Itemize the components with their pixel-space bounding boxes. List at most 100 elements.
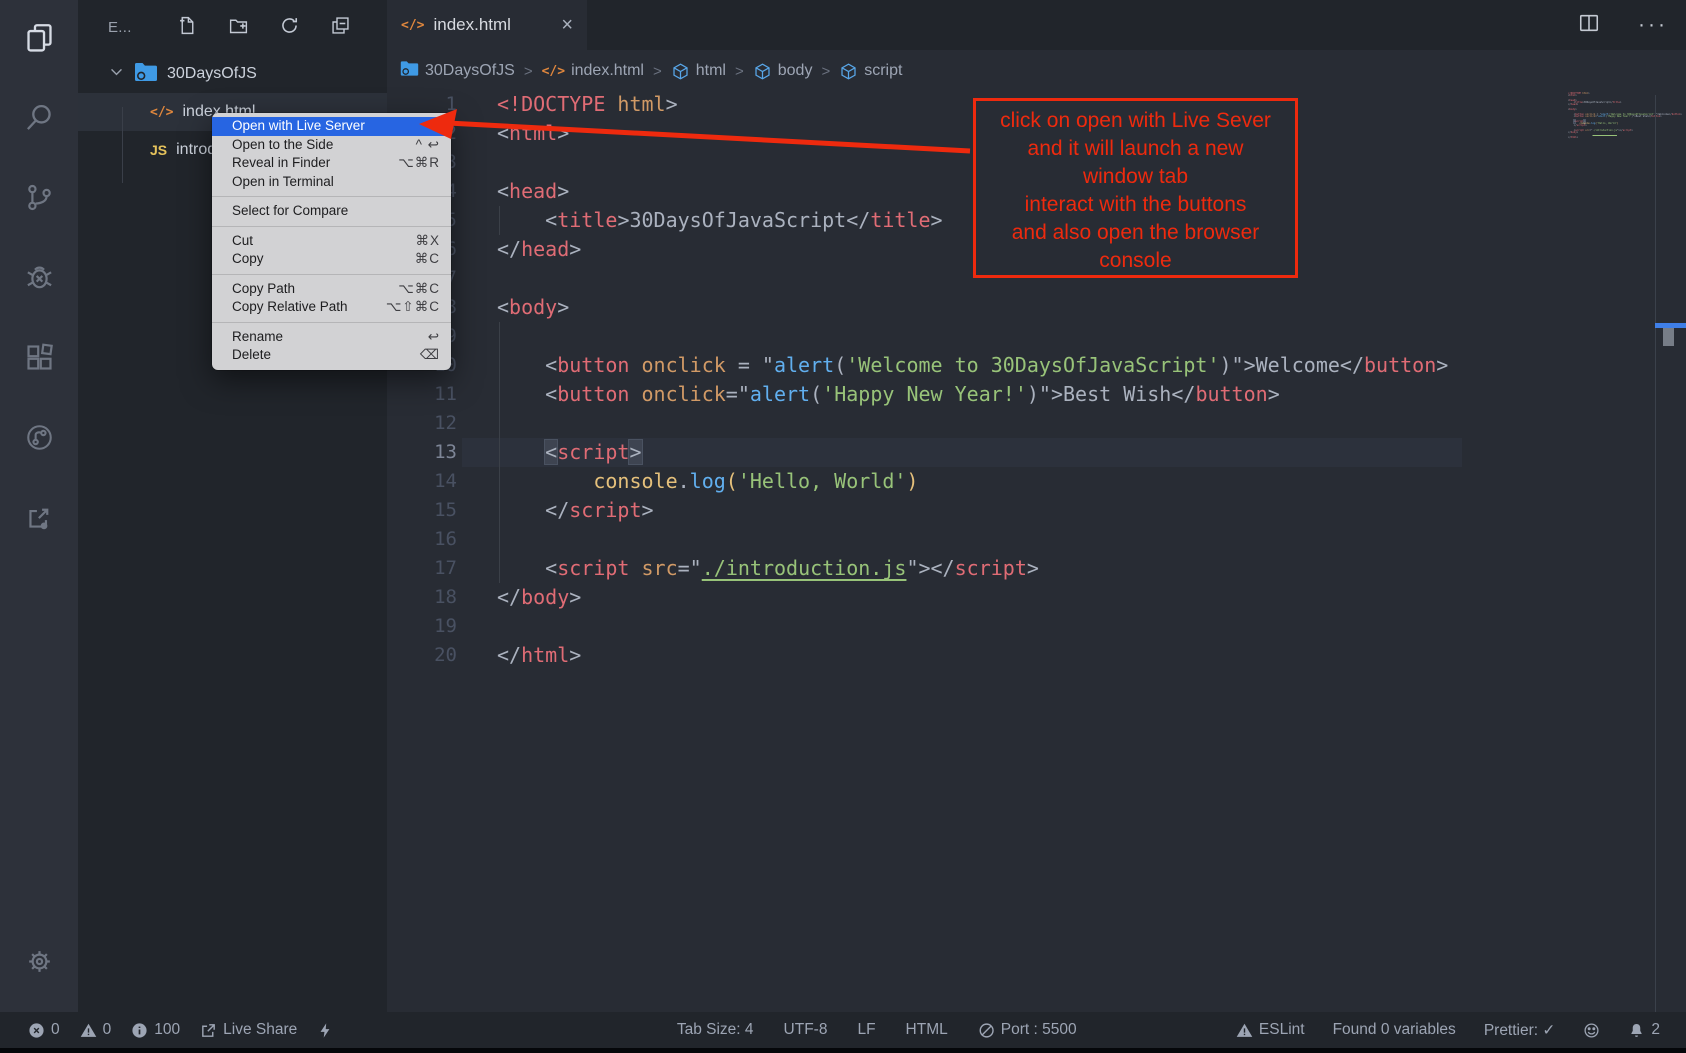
line-number[interactable]: 11 — [387, 380, 457, 409]
status-prettier-[interactable]: Prettier: ✓ — [1484, 1021, 1556, 1040]
code-text: <script src="./introduction.js"></script… — [497, 554, 1039, 583]
breadcrumb-html[interactable]: html — [671, 62, 726, 81]
status-2[interactable]: 2 — [1628, 1021, 1660, 1039]
menu-item-open-with-live-server[interactable]: Open with Live Server — [212, 117, 451, 136]
activity-bar-explorer[interactable] — [0, 0, 78, 80]
status-100[interactable]: 100 — [131, 1021, 180, 1039]
code-line-12[interactable]: 12 — [387, 409, 1686, 438]
extensions-icon — [24, 342, 55, 378]
code-line-17[interactable]: 17 <script src="./introduction.js"></scr… — [387, 554, 1686, 583]
folder-icon — [134, 62, 158, 87]
line-number[interactable]: 12 — [387, 409, 457, 438]
menu-item-rename[interactable]: Rename↩ — [212, 328, 451, 347]
activity-bar-share[interactable] — [0, 480, 78, 560]
new-file-icon[interactable] — [177, 15, 198, 41]
line-number[interactable]: 16 — [387, 525, 457, 554]
activity-bar-search[interactable] — [0, 80, 78, 160]
tab-label: index.html — [433, 15, 510, 35]
tab-index-html[interactable]: </> index.html × — [387, 0, 587, 50]
scrollbar-handle[interactable] — [1663, 328, 1674, 346]
refresh-icon[interactable] — [279, 15, 300, 41]
activity-bar-extensions[interactable] — [0, 320, 78, 400]
menu-item-copy-relative-path[interactable]: Copy Relative Path⌥⇧⌘C — [212, 298, 451, 317]
code-line-19[interactable]: 19 — [387, 612, 1686, 641]
overview-ruler — [1655, 95, 1656, 1012]
code-line-13[interactable]: 13 <script> — [387, 438, 1686, 467]
bell-icon — [1628, 1022, 1645, 1039]
code-line-20[interactable]: 20</html> — [387, 641, 1686, 670]
annotation-text: and also open the browser — [976, 219, 1295, 247]
activity-bar-settings[interactable] — [0, 924, 78, 1004]
html-file-icon: </> — [542, 64, 565, 79]
activity-bar-run-debug[interactable] — [0, 240, 78, 320]
line-number[interactable]: 14 — [387, 467, 457, 496]
code-line-14[interactable]: 14 console.log('Hello, World') — [387, 467, 1686, 496]
breadcrumb-body[interactable]: body — [753, 62, 813, 81]
menu-item-reveal-in-finder[interactable]: Reveal in Finder⌥⌘R — [212, 154, 451, 173]
menu-item-select-for-compare[interactable]: Select for Compare — [212, 202, 451, 221]
breadcrumb-index.html[interactable]: </>index.html — [542, 62, 644, 80]
annotation-text: click on open with Live Sever — [976, 107, 1295, 135]
code-line-15[interactable]: 15 </script> — [387, 496, 1686, 525]
annotation-text: window tab — [976, 163, 1295, 191]
menu-item-delete[interactable]: Delete⌫ — [212, 346, 451, 365]
tab-bar: </> index.html × ··· — [387, 0, 1686, 50]
code-line-9[interactable]: 9 — [387, 322, 1686, 351]
breadcrumb-30DaysOfJS[interactable]: 30DaysOfJS — [400, 59, 515, 83]
activity-bar-live-share[interactable] — [0, 400, 78, 480]
live-share-external-icon — [200, 1022, 217, 1039]
line-number[interactable]: 17 — [387, 554, 457, 583]
more-actions-icon[interactable]: ··· — [1638, 13, 1668, 37]
activity-bar-source-control[interactable] — [0, 160, 78, 240]
menu-separator — [212, 274, 451, 275]
split-editor-icon[interactable] — [1578, 12, 1600, 39]
status-html[interactable]: HTML — [906, 1021, 948, 1039]
code-text: console.log('Hello, World') — [497, 467, 918, 496]
status-smiley[interactable] — [1583, 1022, 1600, 1039]
line-number[interactable]: 20 — [387, 641, 457, 670]
breadcrumb-separator: > — [821, 63, 830, 80]
menu-separator — [212, 196, 451, 197]
line-number[interactable]: 19 — [387, 612, 457, 641]
menu-item-copy-path[interactable]: Copy Path⌥⌘C — [212, 280, 451, 299]
minimap[interactable]: <!DOCTYPE html><html> <head> <title>30Da… — [1568, 93, 1646, 139]
tree-item-label: 30DaysOfJS — [167, 65, 257, 83]
code-text: </body> — [497, 583, 581, 612]
status-0[interactable]: 0 — [80, 1021, 112, 1039]
code-line-11[interactable]: 11 <button onclick="alert('Happy New Yea… — [387, 380, 1686, 409]
status-found-0-variables[interactable]: Found 0 variables — [1333, 1021, 1456, 1039]
line-number[interactable]: 15 — [387, 496, 457, 525]
status-port-5500[interactable]: Port : 5500 — [978, 1021, 1077, 1039]
editor-actions: ··· — [1578, 0, 1668, 50]
status-live-share[interactable]: Live Share — [200, 1021, 297, 1039]
status-utf-8[interactable]: UTF-8 — [784, 1021, 828, 1039]
status-lightning[interactable] — [317, 1022, 334, 1039]
code-line-16[interactable]: 16 — [387, 525, 1686, 554]
line-number[interactable]: 13 — [387, 438, 457, 467]
menu-shortcut: ⌥⌘C — [398, 280, 440, 299]
code-text: </head> — [497, 235, 581, 264]
status-tab-size-4[interactable]: Tab Size: 4 — [677, 1021, 754, 1039]
tab-close-icon[interactable]: × — [561, 14, 573, 37]
status-eslint[interactable]: ESLint — [1236, 1021, 1305, 1039]
menu-item-open-to-the-side[interactable]: Open to the Side^ ↩ — [212, 136, 451, 155]
breadcrumb-script[interactable]: script — [839, 62, 902, 81]
window-bottom-edge — [0, 1048, 1686, 1053]
activity-bar-items — [0, 0, 78, 560]
new-folder-icon[interactable] — [228, 15, 249, 41]
status-left: 0 0 100 Live Share — [28, 1012, 334, 1048]
line-number[interactable]: 18 — [387, 583, 457, 612]
code-text: <body> — [497, 293, 569, 322]
code-line-8[interactable]: 8<body> — [387, 293, 1686, 322]
status-0[interactable]: 0 — [28, 1021, 60, 1039]
code-line-10[interactable]: 10 <button onclick = "alert('Welcome to … — [387, 351, 1686, 380]
menu-item-copy[interactable]: Copy⌘C — [212, 250, 451, 269]
menu-item-open-in-terminal[interactable]: Open in Terminal — [212, 173, 451, 192]
status-lf[interactable]: LF — [857, 1021, 875, 1039]
collapse-all-icon[interactable] — [330, 15, 351, 41]
menu-item-cut[interactable]: Cut⌘X — [212, 232, 451, 251]
symbol-cube-icon — [753, 62, 772, 81]
code-line-18[interactable]: 18 </body> — [387, 583, 1686, 612]
tree-item-30DaysOfJS[interactable]: 30DaysOfJS — [78, 55, 387, 93]
menu-separator — [212, 322, 451, 323]
